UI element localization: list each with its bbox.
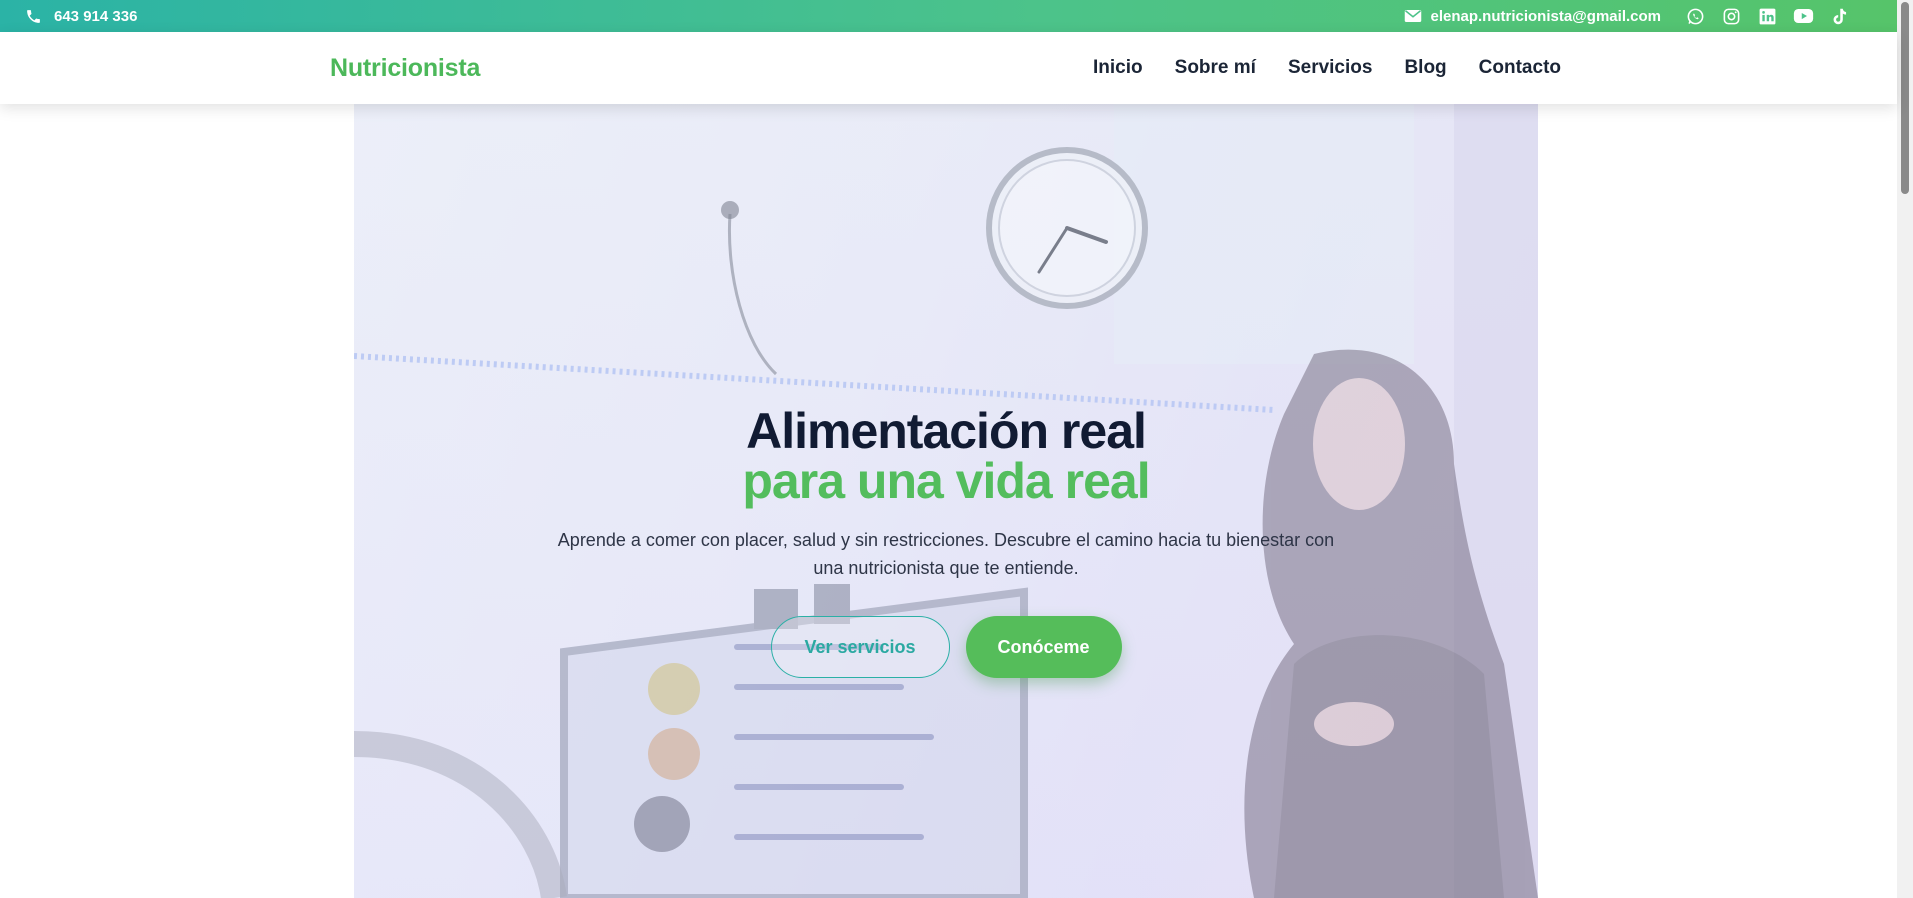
hero-title-line2: para una vida real xyxy=(742,453,1150,509)
email-address: elenap.nutricionista@gmail.com xyxy=(1430,7,1661,25)
nav-item-sobre-mi[interactable]: Sobre mí xyxy=(1175,57,1256,79)
whatsapp-icon[interactable] xyxy=(1677,5,1713,27)
hero-subtitle: Aprende a comer con placer, salud y sin … xyxy=(557,530,1335,578)
youtube-icon[interactable] xyxy=(1785,5,1821,27)
wall-clock xyxy=(986,147,1148,309)
instagram-icon[interactable] xyxy=(1713,5,1749,27)
hero-content: Alimentación real para una vida real Apr… xyxy=(354,406,1538,678)
mail-icon xyxy=(1405,10,1422,22)
scrollbar-thumb[interactable] xyxy=(1901,2,1909,194)
nav-item-contacto[interactable]: Contacto xyxy=(1479,57,1561,79)
hero-title-line1: Alimentación real xyxy=(746,403,1147,459)
social-links xyxy=(1677,5,1857,27)
hero-actions: Ver servicios Conóceme xyxy=(354,616,1538,678)
phone-contact[interactable]: 643 914 336 xyxy=(25,8,137,25)
nav-item-servicios[interactable]: Servicios xyxy=(1288,57,1373,79)
conoceme-button[interactable]: Conóceme xyxy=(965,616,1122,678)
phone-icon xyxy=(27,9,40,23)
nav-item-blog[interactable]: Blog xyxy=(1404,57,1446,79)
phone-number: 643 914 336 xyxy=(54,7,138,25)
page-scrollbar[interactable] xyxy=(1897,0,1913,898)
site-header: Nutricionista Inicio Sobre mí Servicios … xyxy=(0,32,1897,104)
hero-section: Alimentación real para una vida real Apr… xyxy=(354,104,1538,898)
linkedin-icon[interactable] xyxy=(1749,5,1785,27)
tiktok-icon[interactable] xyxy=(1821,5,1857,27)
nav-item-inicio[interactable]: Inicio xyxy=(1093,57,1143,79)
ver-servicios-button[interactable]: Ver servicios xyxy=(770,616,950,678)
main-nav: Inicio Sobre mí Servicios Blog Contacto xyxy=(1093,57,1561,79)
email-contact[interactable]: elenap.nutricionista@gmail.com xyxy=(1404,8,1661,25)
site-logo[interactable]: Nutricionista xyxy=(330,54,480,83)
top-contact-bar: 643 914 336 elenap.nutricionista@gmail.c… xyxy=(0,0,1897,32)
